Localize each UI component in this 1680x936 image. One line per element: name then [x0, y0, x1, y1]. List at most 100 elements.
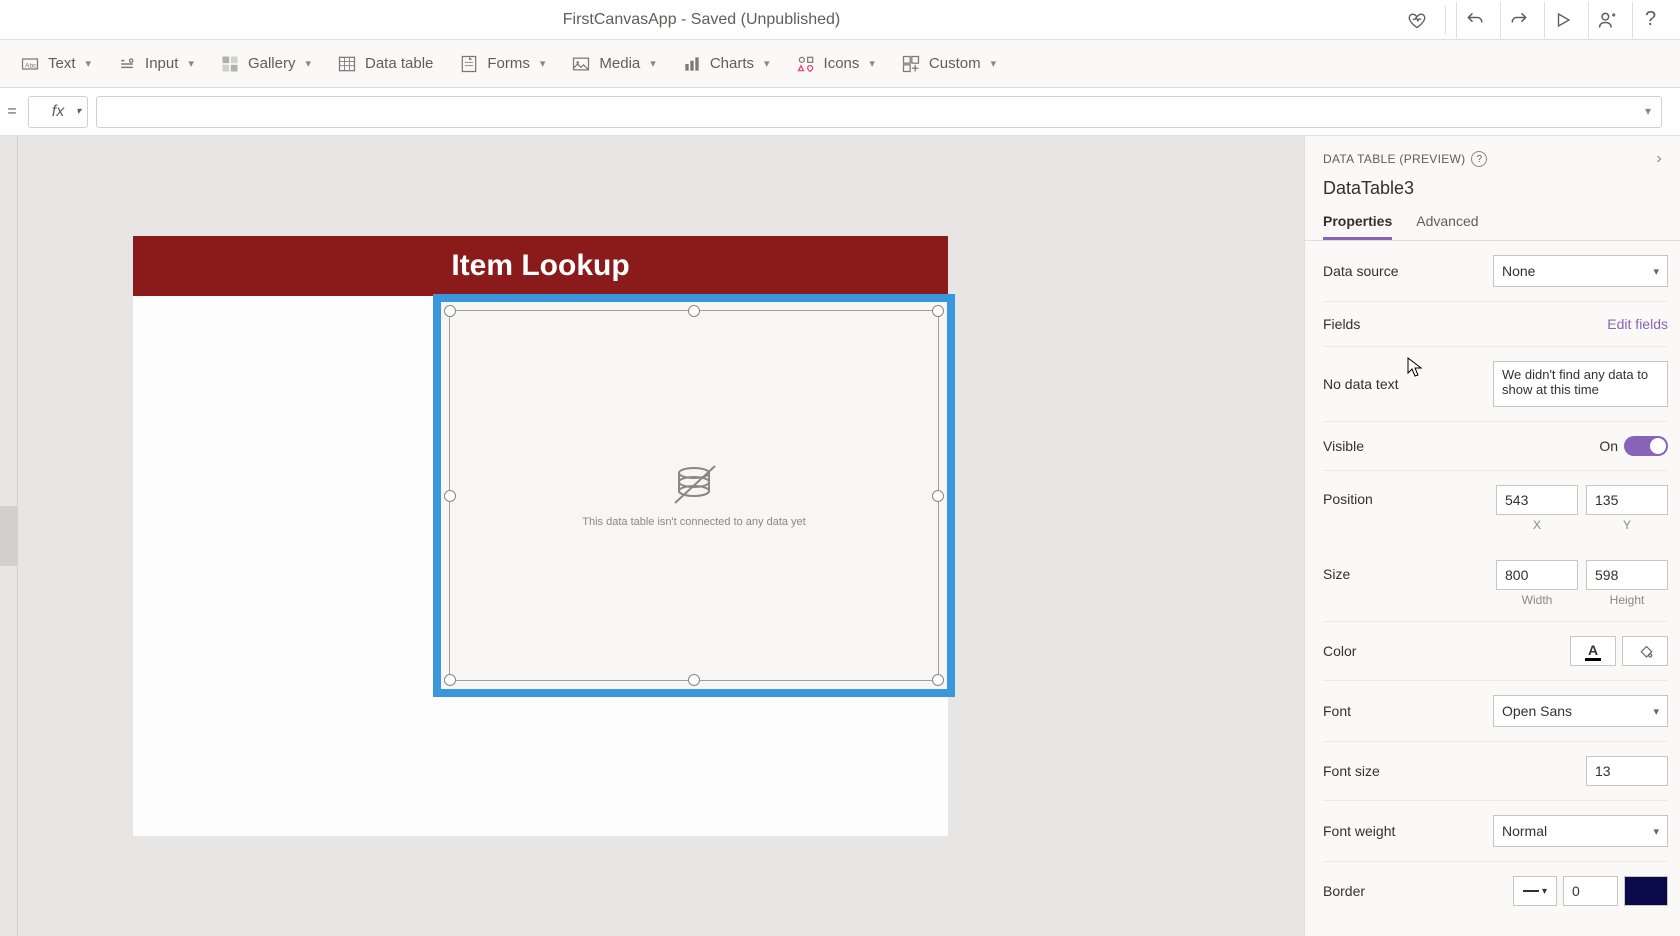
- prop-color-label: Color: [1323, 643, 1570, 659]
- gallery-icon: [220, 54, 240, 74]
- input-icon: [117, 54, 137, 74]
- datatable-empty-message: This data table isn't connected to any d…: [582, 516, 805, 528]
- border-width-input[interactable]: 0: [1563, 876, 1618, 906]
- edit-fields-link[interactable]: Edit fields: [1607, 316, 1668, 332]
- ribbon-forms[interactable]: Forms▾: [459, 54, 545, 74]
- font-dropdown[interactable]: Open Sans ▾: [1493, 695, 1668, 727]
- chevron-down-icon: ▾: [76, 106, 81, 117]
- screen-header: Item Lookup: [133, 236, 948, 296]
- equals-label: =: [0, 103, 20, 121]
- prop-border-label: Border: [1323, 883, 1513, 899]
- icons-icon: [796, 54, 816, 74]
- resize-handle[interactable]: [932, 674, 944, 686]
- prop-font-label: Font: [1323, 703, 1493, 719]
- control-name: DataTable3: [1323, 178, 1662, 199]
- design-canvas[interactable]: Item Lookup This data table isn't connec…: [18, 136, 1304, 936]
- play-button[interactable]: [1544, 2, 1580, 38]
- prop-datasource-label: Data source: [1323, 263, 1493, 279]
- tab-advanced[interactable]: Advanced: [1416, 213, 1478, 240]
- x-sublabel: X: [1496, 518, 1578, 532]
- app-title: FirstCanvasApp - Saved (Unpublished): [12, 11, 1391, 29]
- prop-size-label: Size: [1323, 560, 1496, 582]
- formula-bar: = fx ▾ ▾: [0, 88, 1680, 136]
- width-sublabel: Width: [1496, 593, 1578, 607]
- ribbon-icons[interactable]: Icons▾: [796, 54, 875, 74]
- title-bar: FirstCanvasApp - Saved (Unpublished) ?: [0, 0, 1680, 40]
- ribbon-datatable[interactable]: Data table: [337, 54, 433, 74]
- resize-handle[interactable]: [932, 490, 944, 502]
- properties-panel: DATA TABLE (PREVIEW) ? › DataTable3 Prop…: [1304, 136, 1680, 936]
- database-disconnected-icon: [667, 463, 722, 508]
- prop-position-label: Position: [1323, 485, 1496, 507]
- info-icon[interactable]: ?: [1471, 151, 1487, 167]
- bucket-icon: [1636, 642, 1654, 660]
- formula-input[interactable]: ▾: [96, 96, 1662, 128]
- position-x-input[interactable]: 543: [1496, 485, 1578, 515]
- chevron-down-icon: ▾: [650, 57, 656, 70]
- resize-handle[interactable]: [932, 305, 944, 317]
- prop-fontsize-label: Font size: [1323, 763, 1586, 779]
- charts-icon: [682, 54, 702, 74]
- redo-button[interactable]: [1500, 2, 1536, 38]
- resize-handle[interactable]: [688, 674, 700, 686]
- ribbon-custom[interactable]: Custom▾: [901, 54, 996, 74]
- visible-toggle[interactable]: [1624, 436, 1668, 456]
- treeview-handle[interactable]: [0, 506, 18, 566]
- ribbon-charts[interactable]: Charts▾: [682, 54, 770, 74]
- label-icon: Abc: [20, 54, 40, 74]
- prop-fields-label: Fields: [1323, 316, 1607, 332]
- resize-handle[interactable]: [688, 305, 700, 317]
- prop-visible-label: Visible: [1323, 438, 1599, 454]
- prop-fontweight-label: Font weight: [1323, 823, 1493, 839]
- fontsize-input[interactable]: 13: [1586, 756, 1668, 786]
- chevron-down-icon: ▾: [305, 57, 311, 70]
- panel-type-label: DATA TABLE (PREVIEW): [1323, 152, 1465, 166]
- chevron-down-icon: ▾: [540, 57, 546, 70]
- font-color-button[interactable]: A: [1570, 636, 1616, 666]
- position-y-input[interactable]: 135: [1586, 485, 1668, 515]
- chevron-down-icon: ▾: [188, 57, 194, 70]
- border-color-button[interactable]: [1624, 876, 1668, 906]
- share-button[interactable]: [1588, 2, 1624, 38]
- svg-text:Abc: Abc: [25, 62, 37, 69]
- fill-color-button[interactable]: [1622, 636, 1668, 666]
- height-sublabel: Height: [1586, 593, 1668, 607]
- nodata-text-input[interactable]: We didn't find any data to show at this …: [1493, 361, 1668, 407]
- y-sublabel: Y: [1586, 518, 1668, 532]
- ribbon-media[interactable]: Media▾: [571, 54, 655, 74]
- help-button[interactable]: ?: [1632, 2, 1668, 38]
- left-gutter: [0, 136, 18, 936]
- chevron-down-icon: ▾: [869, 57, 875, 70]
- fx-button[interactable]: fx ▾: [28, 96, 88, 128]
- selected-datatable[interactable]: This data table isn't connected to any d…: [433, 294, 955, 697]
- resize-handle[interactable]: [444, 305, 456, 317]
- forms-icon: [459, 54, 479, 74]
- undo-button[interactable]: [1456, 2, 1492, 38]
- tab-properties[interactable]: Properties: [1323, 213, 1392, 240]
- datasource-dropdown[interactable]: None ▾: [1493, 255, 1668, 287]
- media-icon: [571, 54, 591, 74]
- insert-ribbon: Abc Text▾ Input▾ Gallery▾ Data table For…: [0, 40, 1680, 88]
- resize-handle[interactable]: [444, 490, 456, 502]
- table-icon: [337, 54, 357, 74]
- fontweight-dropdown[interactable]: Normal ▾: [1493, 815, 1668, 847]
- chevron-down-icon: ▾: [1653, 825, 1659, 838]
- prop-nodata-label: No data text: [1323, 376, 1493, 392]
- visible-state: On: [1599, 438, 1618, 454]
- ribbon-text[interactable]: Abc Text▾: [20, 54, 91, 74]
- chevron-down-icon: ▾: [991, 57, 997, 70]
- resize-handle[interactable]: [444, 674, 456, 686]
- chevron-down-icon: ▾: [1653, 265, 1659, 278]
- size-width-input[interactable]: 800: [1496, 560, 1578, 590]
- divider: [1445, 6, 1446, 34]
- border-style-dropdown[interactable]: ▾: [1513, 876, 1557, 906]
- collapse-panel-icon[interactable]: ›: [1656, 150, 1662, 168]
- ribbon-gallery[interactable]: Gallery▾: [220, 54, 311, 74]
- chevron-down-icon[interactable]: ▾: [1645, 104, 1651, 118]
- chevron-down-icon: ▾: [764, 57, 770, 70]
- chevron-down-icon: ▾: [86, 57, 92, 70]
- size-height-input[interactable]: 598: [1586, 560, 1668, 590]
- custom-icon: [901, 54, 921, 74]
- ribbon-input[interactable]: Input▾: [117, 54, 194, 74]
- health-icon[interactable]: [1399, 2, 1435, 38]
